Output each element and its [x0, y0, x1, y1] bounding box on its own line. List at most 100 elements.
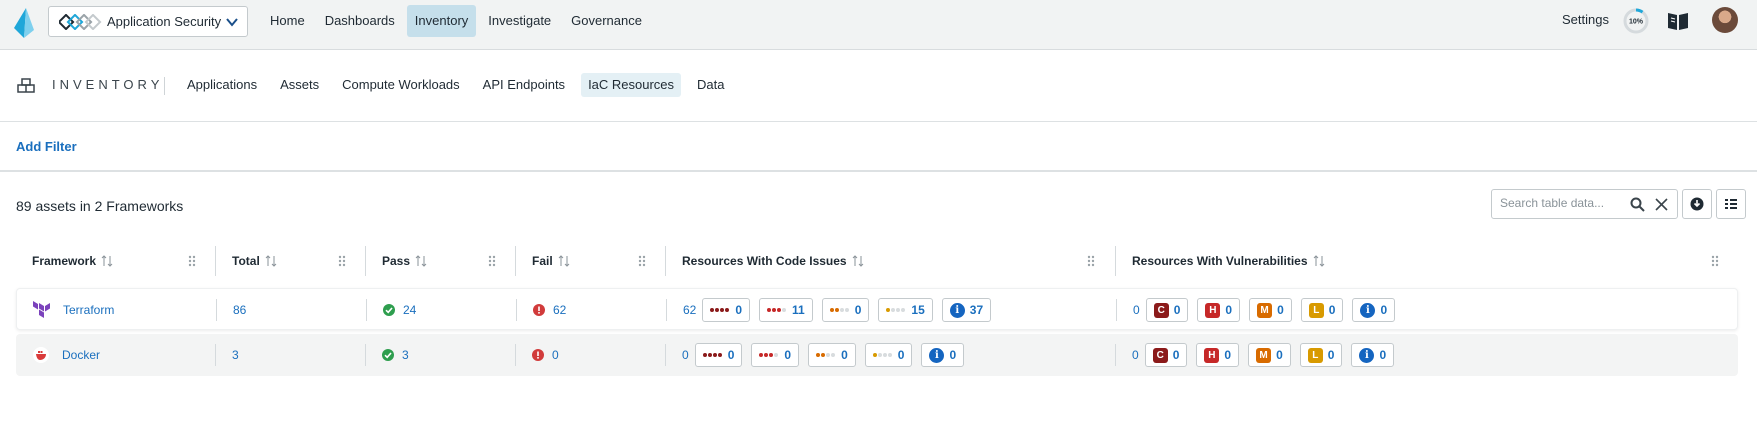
tab-compute-workloads[interactable]: Compute Workloads: [335, 73, 467, 97]
code-issues-cell: 62 0 11 0 15 i 37: [683, 289, 1000, 331]
vulnerabilities-total[interactable]: 0: [1133, 303, 1140, 317]
critical-badge-icon: C: [1153, 302, 1169, 318]
tab-applications[interactable]: Applications: [180, 73, 264, 97]
sort-icon[interactable]: [1313, 255, 1325, 267]
drag-handle-icon[interactable]: [487, 254, 497, 268]
pass-link[interactable]: 24: [403, 303, 416, 317]
cell-divider: [665, 344, 666, 366]
search-input[interactable]: [1500, 196, 1620, 210]
cell-divider: [365, 344, 366, 366]
nav-governance[interactable]: Governance: [563, 5, 650, 37]
info-pill[interactable]: i0: [921, 343, 965, 367]
critical-vuln-pill[interactable]: C0: [1145, 298, 1189, 322]
total-cell: 3: [232, 334, 239, 376]
column-divider: [215, 246, 216, 276]
info-icon: i: [949, 302, 965, 318]
cell-divider: [366, 299, 367, 321]
settings-link[interactable]: Settings: [1562, 12, 1609, 27]
docker-icon: [33, 347, 49, 363]
inventory-subnav: INVENTORY Applications Assets Compute Wo…: [0, 50, 1757, 122]
medium-badge-icon: M: [1257, 302, 1273, 318]
alert-circle-icon: [532, 349, 544, 361]
table-row[interactable]: Terraform 86 24 62 62 0 11 0 15 i 37 0 C0…: [16, 288, 1738, 330]
inventory-icon: [17, 78, 35, 93]
close-icon[interactable]: [1654, 197, 1669, 212]
search-icon[interactable]: [1630, 197, 1645, 212]
critical-pill[interactable]: 0: [702, 298, 751, 322]
code-issues-total[interactable]: 62: [683, 303, 696, 317]
column-header-pass[interactable]: Pass: [382, 246, 427, 276]
table-row[interactable]: Docker 3 3 0 0 0 0 0 0 i0 0 C0 H0 M0 L0 …: [16, 334, 1738, 376]
high-vuln-pill[interactable]: H0: [1196, 343, 1240, 367]
cell-divider: [215, 344, 216, 366]
medium-vuln-count: 0: [1277, 303, 1284, 317]
medium-vuln-pill[interactable]: M0: [1248, 343, 1291, 367]
info-pill[interactable]: i 37: [941, 298, 992, 322]
column-label: Pass: [382, 254, 411, 268]
info-vuln-pill[interactable]: i0: [1352, 298, 1396, 322]
vulnerabilities-total[interactable]: 0: [1132, 348, 1139, 362]
total-link[interactable]: 86: [233, 303, 246, 317]
medium-pill[interactable]: 0: [821, 298, 870, 322]
column-label: Total: [232, 254, 260, 268]
nav-home[interactable]: Home: [262, 5, 313, 37]
framework-name-link[interactable]: Docker: [62, 348, 100, 362]
drag-handle-icon[interactable]: [187, 254, 197, 268]
app-selector[interactable]: Application Security: [48, 6, 248, 37]
low-pill[interactable]: 0: [864, 343, 913, 367]
sort-icon[interactable]: [558, 255, 570, 267]
column-header-code-issues[interactable]: Resources With Code Issues: [682, 246, 864, 276]
framework-name-link[interactable]: Terraform: [63, 303, 114, 317]
add-filter-button[interactable]: Add Filter: [16, 139, 77, 154]
nav-investigate[interactable]: Investigate: [480, 5, 559, 37]
tab-iac-resources[interactable]: IaC Resources: [581, 73, 682, 97]
drag-handle-icon[interactable]: [637, 254, 647, 268]
column-header-vulnerabilities[interactable]: Resources With Vulnerabilities: [1132, 246, 1325, 276]
high-pill[interactable]: 0: [751, 343, 800, 367]
critical-pill[interactable]: 0: [694, 343, 743, 367]
info-count: 0: [949, 348, 957, 362]
column-header-fail[interactable]: Fail: [532, 246, 570, 276]
column-header-total[interactable]: Total: [232, 246, 277, 276]
critical-vuln-pill[interactable]: C0: [1144, 343, 1188, 367]
nav-dashboards[interactable]: Dashboards: [317, 5, 403, 37]
info-icon: i: [1360, 302, 1376, 318]
book-icon[interactable]: [1667, 10, 1689, 32]
pass-link[interactable]: 3: [402, 348, 409, 362]
low-vuln-pill[interactable]: L0: [1299, 343, 1343, 367]
high-pill[interactable]: 11: [759, 298, 813, 322]
column-label: Fail: [532, 254, 553, 268]
download-button[interactable]: [1682, 189, 1712, 219]
low-vuln-pill[interactable]: L0: [1300, 298, 1344, 322]
user-avatar[interactable]: [1712, 7, 1738, 33]
tab-api-endpoints[interactable]: API Endpoints: [476, 73, 572, 97]
high-vuln-pill[interactable]: H0: [1197, 298, 1241, 322]
sort-icon[interactable]: [101, 255, 113, 267]
medium-vuln-pill[interactable]: M0: [1249, 298, 1292, 322]
drag-handle-icon[interactable]: [1710, 254, 1720, 268]
prisma-logo-icon[interactable]: [12, 8, 36, 38]
medium-pill[interactable]: 0: [808, 343, 856, 367]
low-badge-icon: L: [1308, 302, 1324, 318]
columns-button[interactable]: [1716, 189, 1746, 219]
info-vuln-pill[interactable]: i0: [1351, 343, 1395, 367]
column-header-framework[interactable]: Framework: [32, 246, 113, 276]
low-pill[interactable]: 15: [878, 298, 933, 322]
cell-divider: [1115, 344, 1116, 366]
drag-handle-icon[interactable]: [337, 254, 347, 268]
tab-data[interactable]: Data: [690, 73, 731, 97]
code-issues-total[interactable]: 0: [682, 348, 689, 362]
low-count: 15: [911, 303, 925, 317]
sort-icon[interactable]: [415, 255, 427, 267]
inventory-tabs: Applications Assets Compute Workloads AP…: [180, 73, 741, 97]
nav-inventory[interactable]: Inventory: [406, 5, 477, 37]
sort-icon[interactable]: [265, 255, 277, 267]
sort-icon[interactable]: [852, 255, 864, 267]
fail-link[interactable]: 62: [553, 303, 566, 317]
progress-ring[interactable]: 10%: [1622, 7, 1650, 35]
fail-link[interactable]: 0: [552, 348, 559, 362]
total-link[interactable]: 3: [232, 348, 239, 362]
drag-handle-icon[interactable]: [1086, 254, 1096, 268]
check-circle-icon: [382, 349, 394, 361]
tab-assets[interactable]: Assets: [273, 73, 326, 97]
